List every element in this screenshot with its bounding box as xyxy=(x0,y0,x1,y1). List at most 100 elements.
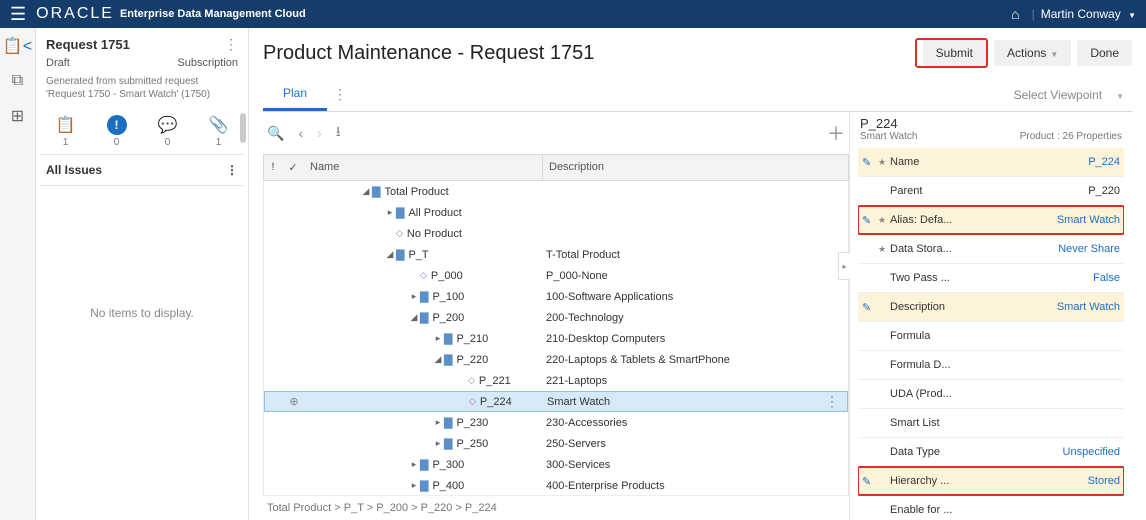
tree-row[interactable]: ◇P_000P_000-None xyxy=(264,265,848,286)
node-desc: 250-Servers xyxy=(546,438,606,450)
rail-request-icon[interactable]: 📋< xyxy=(3,36,32,56)
property-row[interactable]: Enable for ... xyxy=(858,496,1124,520)
edit-icon[interactable]: ✎ xyxy=(862,475,878,488)
viewpoint-select[interactable]: Select Viewpoint▼ xyxy=(1014,88,1132,102)
issues-menu-icon[interactable]: ⋮ xyxy=(226,163,238,177)
expand-icon[interactable]: ▸ xyxy=(432,333,444,344)
edit-icon[interactable]: ✎ xyxy=(862,214,878,227)
edit-icon[interactable]: ✎ xyxy=(862,301,878,314)
panel-collapse-icon[interactable]: ▸ xyxy=(838,252,850,280)
node-name: All Product xyxy=(408,207,461,219)
request-counts: 📋1 !0 💬0 📎1 xyxy=(36,109,248,154)
property-row[interactable]: ✎Hierarchy ...Stored xyxy=(858,467,1124,496)
tree-row[interactable]: ◢▇P_220220-Laptops & Tablets & SmartPhon… xyxy=(264,349,848,370)
prop-value[interactable]: Unspecified xyxy=(1063,446,1120,458)
tree-row[interactable]: ▸▇P_300300-Services xyxy=(264,454,848,475)
search-icon[interactable]: 🔍 xyxy=(267,125,284,142)
col-desc[interactable]: Description xyxy=(542,155,848,180)
node-name: No Product xyxy=(407,228,462,240)
tree-row[interactable]: ▸▇P_230230-Accessories xyxy=(264,412,848,433)
property-row[interactable]: Formula xyxy=(858,322,1124,351)
expand-icon[interactable]: ▸ xyxy=(432,417,444,428)
menu-icon[interactable]: ☰ xyxy=(10,4,36,25)
done-button[interactable]: Done xyxy=(1077,40,1132,66)
property-row[interactable]: Data TypeUnspecified xyxy=(858,438,1124,467)
col-flag[interactable]: ! xyxy=(264,155,282,180)
property-row[interactable]: ✎DescriptionSmart Watch xyxy=(858,293,1124,322)
expand-icon[interactable]: ▸ xyxy=(408,291,420,302)
folder-icon: ▇ xyxy=(396,206,404,219)
property-row[interactable]: UDA (Prod... xyxy=(858,380,1124,409)
folder-icon: ▇ xyxy=(420,479,428,492)
property-row[interactable]: Smart List xyxy=(858,409,1124,438)
diamond-icon: ◇ xyxy=(396,228,403,239)
tree-row[interactable]: ▸▇P_210210-Desktop Computers xyxy=(264,328,848,349)
prop-value[interactable]: P_224 xyxy=(1088,156,1120,168)
folder-icon: ▇ xyxy=(444,332,452,345)
prop-value[interactable]: Stored xyxy=(1088,475,1120,487)
home-icon[interactable]: ⌂ xyxy=(1011,6,1019,22)
expand-icon[interactable]: ▸ xyxy=(408,480,420,491)
node-desc: 210-Desktop Computers xyxy=(546,333,665,345)
expand-icon[interactable]: ◢ xyxy=(360,186,372,197)
expand-icon[interactable]: ▸ xyxy=(408,459,420,470)
nav-back-icon[interactable]: ‹ xyxy=(298,125,303,141)
user-menu[interactable]: Martin Conway ▼ xyxy=(1041,7,1136,21)
tree-row[interactable]: ▸▇P_100100-Software Applications xyxy=(264,286,848,307)
request-menu-icon[interactable]: ⋮ xyxy=(224,36,238,53)
node-desc: 230-Accessories xyxy=(546,417,627,429)
col-check[interactable]: ✓ xyxy=(282,155,304,180)
tree-row[interactable]: ◢▇P_200200-Technology xyxy=(264,307,848,328)
row-menu-icon[interactable]: ⋮ xyxy=(825,393,839,410)
page-title: Product Maintenance - Request 1751 xyxy=(263,42,915,65)
tree-row[interactable]: ◇ No Product xyxy=(264,223,848,244)
left-panel: Request 1751 ⋮ Draft Subscription Genera… xyxy=(36,28,249,520)
expand-icon[interactable]: ◢ xyxy=(384,249,396,260)
node-desc: Smart Watch xyxy=(547,396,610,408)
scroll-thumb[interactable] xyxy=(240,113,246,143)
property-row[interactable]: ParentP_220 xyxy=(858,177,1124,206)
request-type: Subscription xyxy=(177,57,238,69)
actions-button[interactable]: Actions▼ xyxy=(994,40,1071,66)
property-row[interactable]: ✎★Alias: Defa...Smart Watch xyxy=(858,206,1124,235)
expand-icon[interactable]: ◢ xyxy=(432,354,444,365)
tree-row[interactable]: ◢▇P_TT-Total Product xyxy=(264,244,848,265)
tree-row[interactable]: ◇P_221221-Laptops xyxy=(264,370,848,391)
prop-value[interactable]: False xyxy=(1093,272,1120,284)
prop-value[interactable]: Smart Watch xyxy=(1057,214,1120,226)
node-desc: 220-Laptops & Tablets & SmartPhone xyxy=(546,354,730,366)
tree-row[interactable]: ▸▇ All Product xyxy=(264,202,848,223)
submit-button[interactable]: Submit xyxy=(923,40,986,66)
row-add-icon[interactable]: ⊕ xyxy=(283,395,305,408)
tab-menu-icon[interactable]: ⋮ xyxy=(327,86,353,103)
rail-layout-icon[interactable]: ⧉ xyxy=(12,72,23,90)
download-icon[interactable]: ⭳ xyxy=(336,121,341,145)
folder-icon: ▇ xyxy=(444,353,452,366)
expand-icon[interactable]: ◢ xyxy=(408,312,420,323)
rail-grid-icon[interactable]: ⊞ xyxy=(11,106,24,126)
property-row[interactable]: Formula D... xyxy=(858,351,1124,380)
comments-icon[interactable]: 💬 xyxy=(158,115,178,135)
tree-row[interactable]: ⊕◇P_224⋮Smart Watch xyxy=(264,391,848,412)
clipboard-icon[interactable]: 📋 xyxy=(56,115,76,135)
tab-plan[interactable]: Plan xyxy=(263,78,327,111)
prop-sub: Smart Watch xyxy=(860,131,917,142)
prop-value[interactable]: Smart Watch xyxy=(1057,301,1120,313)
node-name: P_300 xyxy=(432,459,464,471)
tree-row[interactable]: ▸▇P_400400-Enterprise Products xyxy=(264,475,848,495)
edit-icon[interactable]: ✎ xyxy=(862,156,878,169)
col-name[interactable]: Name xyxy=(304,155,542,180)
tree-row[interactable]: ◢▇Total Product xyxy=(264,181,848,202)
node-name: P_250 xyxy=(456,438,488,450)
property-row[interactable]: ✎★NameP_224 xyxy=(858,148,1124,177)
prop-value[interactable]: Never Share xyxy=(1058,243,1120,255)
issues-badge-icon[interactable]: ! xyxy=(107,115,127,135)
attachments-icon[interactable]: 📎 xyxy=(209,115,229,135)
tree-row[interactable]: ▸▇P_250250-Servers xyxy=(264,433,848,454)
add-icon[interactable]: ＋ xyxy=(827,120,845,146)
expand-icon[interactable]: ▸ xyxy=(384,207,396,218)
expand-icon[interactable]: ▸ xyxy=(432,438,444,449)
property-row[interactable]: Two Pass ...False xyxy=(858,264,1124,293)
property-row[interactable]: ★Data Stora...Never Share xyxy=(858,235,1124,264)
main: Product Maintenance - Request 1751 Submi… xyxy=(249,28,1146,520)
